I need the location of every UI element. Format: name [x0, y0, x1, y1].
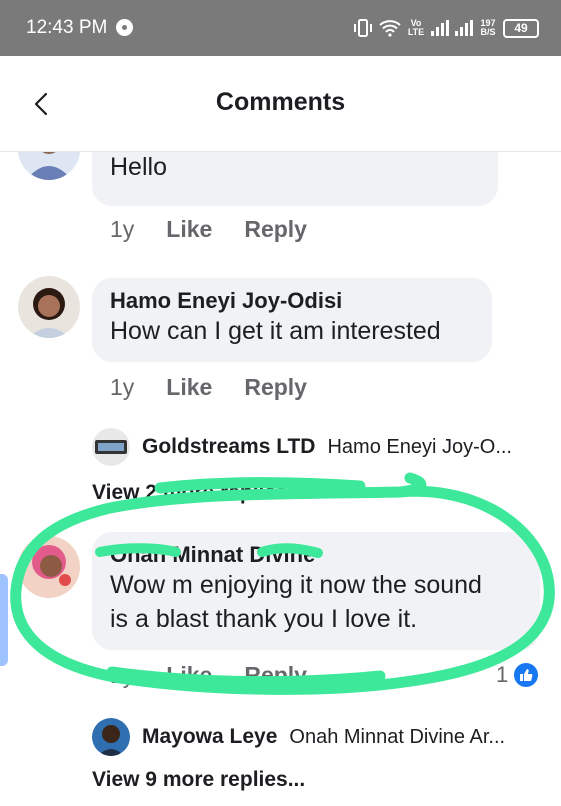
reply-author: Goldstreams LTD	[142, 435, 316, 458]
avatar[interactable]	[92, 428, 130, 466]
comment-actions: 1y Like Reply	[110, 216, 307, 243]
comment-author[interactable]: Onah Minnat Divine	[110, 542, 522, 568]
reply-preview[interactable]: Goldstreams LTD Hamo Eneyi Joy-O...	[92, 428, 512, 466]
comment-bubble[interactable]: Emomodan Oluwaremi Blessing Hello	[92, 116, 498, 206]
reply-preview[interactable]: Mayowa Leye Onah Minnat Divine Ar...	[92, 718, 505, 756]
status-time: 12:43 PM	[26, 17, 108, 38]
avatar[interactable]	[92, 718, 130, 756]
vibrate-icon	[353, 18, 373, 38]
comment-text: Hello	[110, 153, 167, 181]
avatar[interactable]	[18, 118, 80, 180]
reply-snippet: Hamo Eneyi Joy-O...	[327, 435, 512, 458]
comment-author[interactable]: Emomodan Oluwaremi Blessing	[110, 116, 480, 150]
volte-indicator: Vo LTE	[407, 19, 425, 37]
comment-bubble[interactable]: Onah Minnat Divine Wow m enjoying it now…	[92, 532, 540, 650]
notification-dot-icon	[116, 19, 133, 36]
page-title: Comments	[215, 88, 346, 116]
edge-scroll-tab[interactable]	[0, 574, 8, 666]
comment-age: 1y	[110, 216, 135, 242]
comment-actions: 1y Like Reply	[110, 374, 307, 401]
battery-icon: 49	[503, 18, 539, 38]
status-bar: 12:43 PM Vo LTE 197 B/S 49	[0, 0, 561, 56]
thumbs-up-icon	[514, 663, 539, 687]
reaction-summary[interactable]: 1	[496, 662, 539, 688]
like-button[interactable]: Like	[166, 216, 212, 243]
status-icons: Vo LTE 197 B/S 49	[353, 14, 539, 42]
comment-age: 1y	[110, 662, 135, 688]
like-button[interactable]: Like	[166, 374, 212, 401]
reply-button[interactable]: Reply	[244, 374, 307, 401]
reply-snippet: Onah Minnat Divine Ar...	[289, 725, 506, 748]
comment-text: How can I get it am interested	[110, 317, 441, 345]
comment-author[interactable]: Hamo Eneyi Joy-Odisi	[110, 288, 474, 314]
volte-bottom: LTE	[407, 27, 425, 37]
signal-2-icon	[455, 20, 473, 36]
view-more-replies[interactable]: View 2 more replies...	[92, 481, 305, 505]
avatar[interactable]	[18, 276, 80, 338]
comment-text-line-1: Wow m enjoying it now the sound	[110, 571, 482, 599]
comment-text-line-2: is a blast thank you I love it.	[110, 605, 418, 633]
signal-1-icon	[431, 20, 449, 36]
like-button[interactable]: Like	[166, 662, 212, 689]
comment-age: 1y	[110, 374, 135, 400]
wifi-icon	[379, 19, 401, 37]
view-more-replies[interactable]: View 9 more replies...	[92, 768, 305, 792]
comment-actions: 1y Like Reply	[110, 662, 307, 689]
reply-author: Mayowa Leye	[142, 725, 278, 748]
avatar[interactable]	[18, 536, 80, 598]
battery-level: 49	[514, 21, 528, 35]
reaction-count: 1	[496, 662, 509, 687]
network-speed-unit: B/S	[480, 27, 496, 37]
comment-bubble[interactable]: Hamo Eneyi Joy-Odisi How can I get it am…	[92, 278, 492, 362]
reply-button[interactable]: Reply	[244, 216, 307, 243]
network-speed: 197 B/S	[479, 19, 497, 37]
reply-button[interactable]: Reply	[244, 662, 307, 689]
